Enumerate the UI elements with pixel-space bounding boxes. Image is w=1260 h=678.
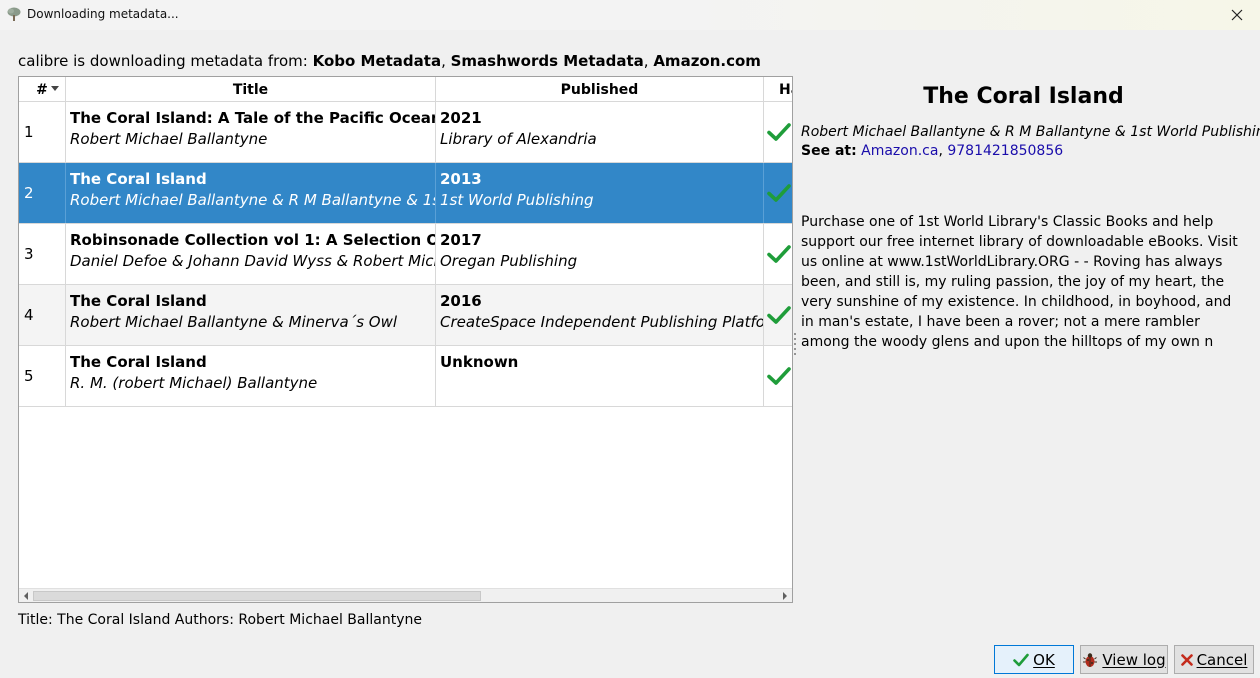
- cell-has-cover: [764, 102, 792, 162]
- cell-has-cover: [764, 163, 792, 223]
- details-panel: The Coral Island Robert Michael Ballanty…: [801, 80, 1260, 352]
- publisher: 1st World Publishing: [440, 191, 594, 209]
- table-header: # Title Published Ha: [19, 77, 792, 102]
- check-icon: [767, 367, 791, 385]
- cell-number: 5: [19, 346, 66, 406]
- horizontal-scrollbar[interactable]: [19, 588, 792, 602]
- published-year: 2021: [440, 109, 482, 127]
- cell-published: 2017 Oregan Publishing: [436, 224, 764, 284]
- book-authors: Robert Michael Ballantyne: [70, 130, 268, 148]
- cell-title: The Coral Island Robert Michael Ballantyn…: [66, 163, 436, 223]
- column-header-has-cover[interactable]: Ha: [764, 77, 792, 102]
- details-title: The Coral Island: [923, 84, 1124, 109]
- view-log-button[interactable]: View log: [1080, 645, 1168, 674]
- published-year: 2016: [440, 292, 482, 310]
- title-bar: Downloading metadata...: [0, 0, 1260, 30]
- cell-number: 1: [19, 102, 66, 162]
- link-isbn[interactable]: 9781421850856: [947, 143, 1063, 159]
- book-authors: Robert Michael Ballantyne & Minerva´s Ow…: [70, 313, 398, 331]
- column-header-title[interactable]: Title: [66, 77, 436, 102]
- cell-has-cover: [764, 285, 792, 345]
- tree-icon: [6, 6, 22, 22]
- table-row[interactable]: 3 Robinsonade Collection vol 1: A Selecti…: [19, 224, 792, 285]
- check-icon: [767, 184, 791, 202]
- x-icon: [1180, 653, 1193, 666]
- status-text: Title: The Coral Island Authors: Robert …: [18, 612, 422, 628]
- close-icon: [1231, 9, 1243, 21]
- close-button[interactable]: [1214, 0, 1260, 30]
- see-at-label: See at:: [801, 143, 857, 159]
- check-icon: [1013, 653, 1029, 666]
- column-header-number[interactable]: #: [19, 77, 66, 102]
- details-see-at: See at: Amazon.ca, 9781421850856: [801, 143, 1246, 159]
- source-kobo: Kobo Metadata: [312, 52, 442, 70]
- cell-number: 4: [19, 285, 66, 345]
- book-title: The Coral Island: [70, 292, 207, 310]
- ok-label: OK: [1033, 650, 1055, 669]
- cell-published: 2016 CreateSpace Independent Publishing P…: [436, 285, 764, 345]
- details-authors: Robert Michael Ballantyne & R M Ballanty…: [801, 124, 1260, 140]
- cell-has-cover: [764, 224, 792, 284]
- intro-prefix: calibre is downloading metadata from:: [18, 52, 308, 70]
- ok-button[interactable]: OK: [994, 645, 1074, 674]
- cell-number: 2: [19, 163, 66, 223]
- column-header-published[interactable]: Published: [436, 77, 764, 102]
- cell-title: Robinsonade Collection vol 1: A Selectio…: [66, 224, 436, 284]
- check-icon: [767, 123, 791, 141]
- cell-number: 3: [19, 224, 66, 284]
- source-amazon: Amazon.com: [653, 52, 761, 70]
- sort-arrow-icon: [51, 86, 59, 91]
- book-authors: R. M. (robert Michael) Ballantyne: [70, 374, 318, 392]
- scrollbar-thumb[interactable]: [33, 591, 481, 601]
- published-year: 2017: [440, 231, 482, 249]
- cell-published: 2021 Library of Alexandria: [436, 102, 764, 162]
- publisher: Library of Alexandria: [440, 130, 597, 148]
- bug-icon: [1083, 652, 1098, 667]
- check-icon: [767, 306, 791, 324]
- window-title: Downloading metadata...: [27, 7, 179, 21]
- table-row[interactable]: 1 The Coral Island: A Tale of the Pacific…: [19, 102, 792, 163]
- table-body: 1 The Coral Island: A Tale of the Pacific…: [19, 102, 792, 407]
- publisher: Oregan Publishing: [440, 252, 578, 270]
- published-year: 2013: [440, 170, 482, 188]
- check-icon: [767, 245, 791, 263]
- table-row[interactable]: 5 The Coral Island R. M. (robert Michael) …: [19, 346, 792, 407]
- cancel-button[interactable]: Cancel: [1174, 645, 1254, 674]
- cell-published: Unknown: [436, 346, 764, 406]
- scroll-right-arrow-icon[interactable]: [778, 589, 792, 602]
- details-description: Purchase one of 1st World Library's Clas…: [801, 214, 1238, 350]
- book-title: Robinsonade Collection vol 1: A Selectio…: [70, 231, 435, 249]
- source-intro: calibre is downloading metadata from: Ko…: [18, 52, 761, 70]
- splitter-handle[interactable]: [793, 333, 797, 357]
- cancel-label: Cancel: [1196, 650, 1248, 669]
- cell-title: The Coral Island: A Tale of the Pacific …: [66, 102, 436, 162]
- cell-title: The Coral Island R. M. (robert Michael) B…: [66, 346, 436, 406]
- source-smashwords: Smashwords Metadata: [450, 52, 644, 70]
- results-table[interactable]: # Title Published Ha 1The Coral Island: …: [18, 76, 793, 603]
- cell-has-cover: [764, 346, 792, 406]
- cell-published: 2013 1st World Publishing: [436, 163, 764, 223]
- link-amazon-ca[interactable]: Amazon.ca: [861, 143, 938, 159]
- published-year: Unknown: [440, 353, 519, 371]
- book-authors: Robert Michael Ballantyne & R M Ballanty…: [70, 191, 435, 209]
- table-row[interactable]: 4 The Coral Island Robert Michael Ballanty…: [19, 285, 792, 346]
- publisher: CreateSpace Independent Publishing Platf…: [440, 313, 764, 331]
- book-title: The Coral Island: A Tale of the Pacific …: [70, 109, 436, 127]
- scroll-left-arrow-icon[interactable]: [19, 589, 33, 602]
- book-title: The Coral Island: [70, 170, 207, 188]
- cell-title: The Coral Island Robert Michael Ballantyn…: [66, 285, 436, 345]
- book-title: The Coral Island: [70, 353, 207, 371]
- book-authors: Daniel Defoe & Johann David Wyss & Rober…: [70, 252, 435, 270]
- view-log-label: View log: [1102, 650, 1166, 669]
- table-row[interactable]: 2 The Coral Island Robert Michael Ballanty…: [19, 163, 792, 224]
